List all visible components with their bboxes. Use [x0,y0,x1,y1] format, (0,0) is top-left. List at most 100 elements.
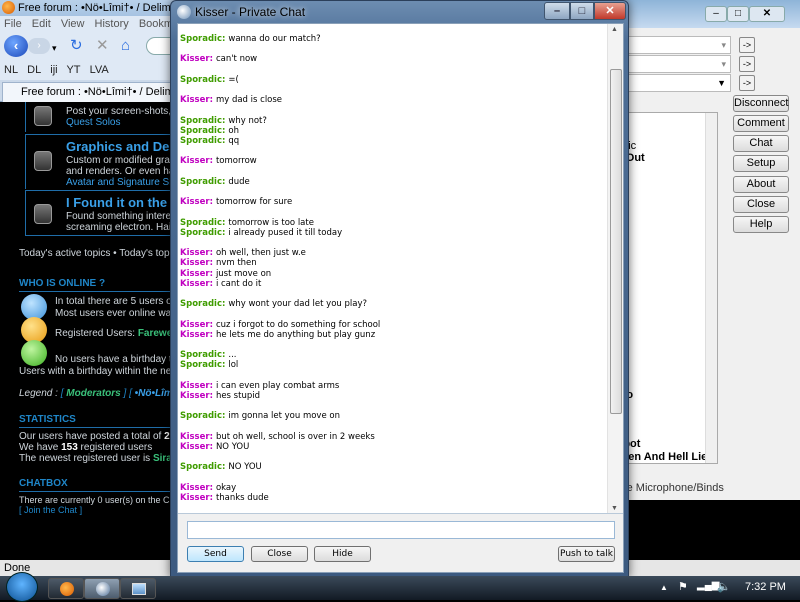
chat-message: Sporadic: im gonna let you move on [180,411,340,422]
about-button[interactable]: About [733,176,789,193]
disconnect-button[interactable]: Disconnect [733,95,789,112]
chat-message: Kisser: he lets me do anything but play … [180,329,376,340]
taskbar-firefox[interactable] [48,578,84,599]
message-text: why not? [228,115,267,126]
message-nickname: Kisser [180,197,210,208]
message-text: he lets me do anything but play gunz [215,329,376,340]
menu-history[interactable]: History [95,18,129,30]
history-dropdown-icon[interactable]: ▾ [52,40,57,56]
user-list-item[interactable]: aven And Hell Lies. [616,451,716,463]
message-text: i can even play combat arms [215,380,340,391]
message-text: wanna do our match? [228,34,321,44]
message-text: i already pused it till today [228,227,343,238]
channel-combo[interactable]: ▾ [611,55,731,73]
active-topics-link[interactable]: Today's active topics • Today's top 20 p [19,248,192,259]
maximize-button[interactable]: □ [570,2,594,20]
message-nickname: Kisser [180,390,210,401]
show-hidden-icons-icon[interactable]: ▲ [660,583,668,592]
message-text: tomorrow is too late [228,217,314,228]
category-subforum-link[interactable]: Avatar and Signature Sho [66,177,180,188]
join-chat-link[interactable]: Join the Chat [24,505,77,515]
comment-button[interactable]: Comment [733,115,789,132]
go-nickname-button[interactable]: -> [739,75,755,91]
message-text: but oh well, school is over in 2 weeks [215,431,375,442]
message-nickname: Sporadic [180,125,223,136]
action-center-flag-icon[interactable]: ⚑ [678,580,688,593]
message-nickname: Kisser [180,492,210,503]
message-text: oh well, then just w.e [215,248,306,259]
message-nickname: Kisser [180,482,210,493]
close-window-button[interactable]: ✕ [749,6,785,22]
chat-messages: Sporadic: wanna do our match? Kisser: can… [180,34,605,503]
chat-message: Sporadic: dude [180,176,250,187]
legend-moderators[interactable]: Moderators [66,388,120,399]
message-text: =( [228,74,239,85]
chat-message: Sporadic: =( [180,74,239,85]
close-button[interactable]: Close [251,546,308,562]
forward-button[interactable]: › [28,38,50,54]
back-button[interactable]: ‹ [4,35,28,57]
bookmark-yt[interactable]: YT [66,64,80,76]
message-text: qq [228,135,240,146]
volume-muted-icon[interactable]: 🔈 [717,580,731,593]
taskbar-app[interactable] [120,578,156,599]
chat-message: Sporadic: i already pused it till today [180,227,343,238]
stop-icon[interactable]: ✕ [96,38,109,54]
message-nickname: Sporadic [180,176,223,187]
menu-file[interactable]: File [4,18,22,30]
message-input[interactable] [187,521,615,539]
message-text: tomorrow [215,156,257,167]
user-list-scrollbar[interactable] [705,113,717,463]
message-text: tomorrow for sure [215,197,293,208]
send-button[interactable]: Send [187,546,244,562]
hide-button[interactable]: Hide [314,546,371,562]
scroll-down-arrow-icon[interactable]: ▼ [611,505,618,512]
nickname-combo[interactable]: ▼ [611,74,731,92]
minimize-button[interactable]: – [544,2,570,20]
taskbar-voice-chat[interactable] [84,578,120,599]
menu-edit[interactable]: Edit [32,18,51,30]
push-to-talk-button[interactable]: Push to talk [558,546,615,562]
menu-view[interactable]: View [61,18,85,30]
setup-button[interactable]: Setup [733,155,789,172]
message-nickname: Sporadic [180,350,223,361]
bookmark-nl[interactable]: NL [4,64,18,76]
bookmark-iji[interactable]: iji [50,64,57,76]
bookmark-lva[interactable]: LVA [90,64,109,76]
chat-button[interactable]: Chat [733,135,789,152]
bookmark-dl[interactable]: DL [27,64,41,76]
category-subforum-link[interactable]: Quest Solos [66,117,120,128]
minimize-button[interactable]: – [705,6,727,22]
category-description: and renders. Or even hand [66,166,186,177]
close-window-button[interactable]: ✕ [594,2,626,20]
message-text: my dad is close [215,95,283,106]
message-nickname: Kisser [180,380,210,391]
maximize-button[interactable]: □ [727,6,749,22]
chat-message: Sporadic: lol [180,360,239,371]
message-nickname: Kisser [180,268,210,279]
clock[interactable]: 7:32 PM [745,581,786,593]
chat-message: Kisser: tomorrow for sure [180,197,293,208]
home-icon[interactable]: ⌂ [121,38,130,54]
chat-log-scrollbar[interactable]: ▲ ▼ [607,24,623,513]
message-nickname: Sporadic [180,74,223,85]
chat-message: Kisser: oh well, then just w.e [180,248,306,259]
scroll-up-arrow-icon[interactable]: ▲ [611,26,618,33]
go-server-button[interactable]: -> [739,37,755,53]
chat-message: Kisser: but oh well, school is over in 2… [180,431,375,442]
server-combo[interactable]: ▾ [611,36,731,54]
help-button[interactable]: Help [733,216,789,233]
tab-free-forum[interactable]: Free forum : •Nö•Lîmi†• / Delimited [2,82,174,102]
chatbox-heading: CHATBOX [19,478,179,492]
go-channel-button[interactable]: -> [739,56,755,72]
chat-message: Kisser: tomorrow [180,156,257,167]
message-nickname: Sporadic [180,411,223,422]
scrollbar-thumb[interactable] [610,69,622,414]
chat-message: Sporadic: why wont your dad let you play… [180,299,367,310]
close-button[interactable]: Close [733,196,789,213]
reload-icon[interactable]: ↻ [70,38,83,54]
stats-registered: We have 153 registered users [19,442,153,453]
start-button[interactable] [6,572,38,602]
chat-app-icon [177,5,191,19]
message-nickname: Sporadic [180,360,223,371]
